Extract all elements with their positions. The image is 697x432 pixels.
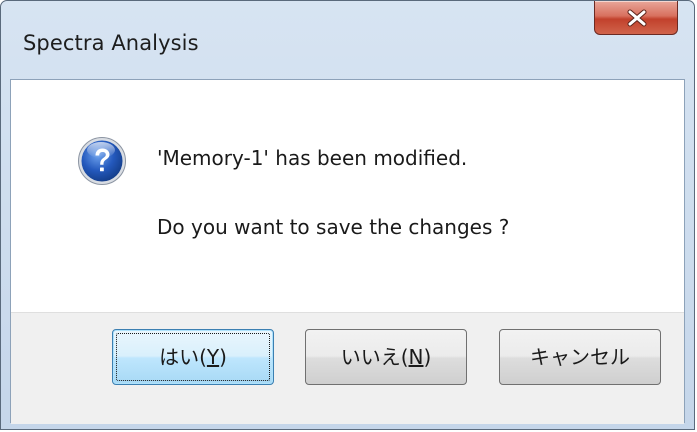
title-bar[interactable]: Spectra Analysis: [1, 1, 694, 79]
close-button[interactable]: [594, 1, 678, 35]
cancel-button[interactable]: キャンセル: [499, 329, 661, 385]
dialog-window: Spectra Analysis 'Memory-1' has been mod…: [0, 0, 695, 430]
message-line-2: Do you want to save the changes ?: [157, 215, 510, 239]
close-x-icon: [627, 9, 647, 27]
button-bar: はい(Y) いいえ(N) キャンセル: [11, 312, 684, 424]
window-title: Spectra Analysis: [23, 31, 199, 55]
no-label-suffix: ): [423, 345, 432, 369]
cancel-label: キャンセル: [530, 345, 630, 369]
message-area: 'Memory-1' has been modified. Do you wan…: [11, 80, 684, 312]
question-icon: [78, 137, 126, 185]
yes-mnemonic: Y: [206, 345, 220, 369]
yes-label-suffix: ): [219, 345, 227, 369]
message-line-1: 'Memory-1' has been modified.: [157, 146, 468, 170]
no-button[interactable]: いいえ(N): [305, 329, 467, 385]
no-label-prefix: いいえ(: [340, 345, 409, 369]
dialog-client-area: 'Memory-1' has been modified. Do you wan…: [10, 79, 685, 424]
no-mnemonic: N: [408, 345, 424, 369]
yes-button[interactable]: はい(Y): [112, 329, 274, 385]
yes-label-prefix: はい(: [159, 345, 207, 369]
